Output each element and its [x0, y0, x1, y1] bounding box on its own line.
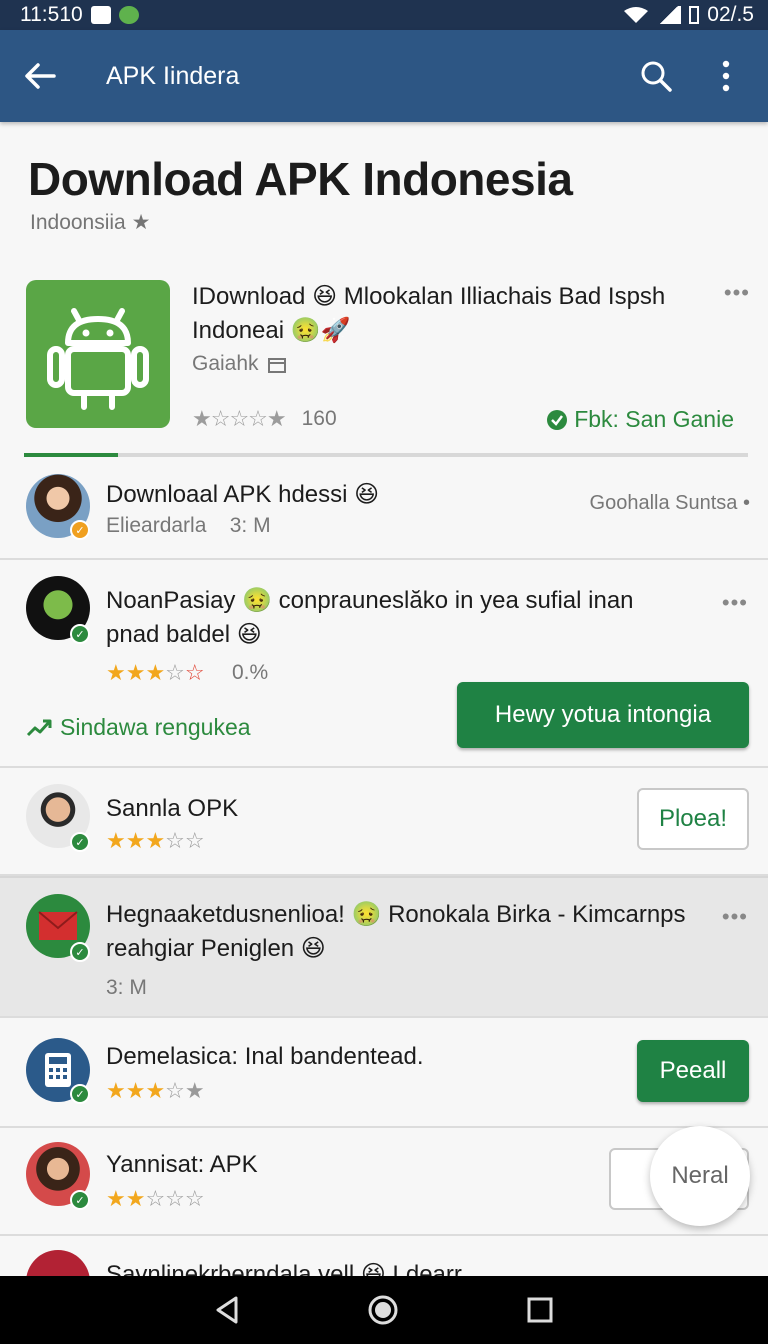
- featured-tag-label: Fbk: San Ganie: [574, 406, 734, 432]
- list-item-title: Downloaal APK hdessi 😆: [106, 481, 380, 508]
- download-progress-bar: [24, 453, 748, 457]
- android-icon[interactable]: [26, 280, 170, 428]
- list-item-time: 3: M: [106, 976, 147, 999]
- verified-badge-icon: ✓: [70, 624, 90, 644]
- verified-badge-icon: ✓: [70, 942, 90, 962]
- verified-badge-icon: ✓: [70, 832, 90, 852]
- app-title: APK Iindera: [106, 61, 240, 90]
- page-title: Download APK Indonesia: [28, 153, 573, 205]
- status-right-text: 02/.5: [707, 3, 754, 26]
- list-item[interactable]: ✓ Demelasica: Inal bandentead. ★★★☆★ Pee…: [0, 1018, 768, 1128]
- battery-icon: [689, 6, 700, 24]
- bookmark-icon[interactable]: [267, 354, 287, 374]
- list-item[interactable]: ✓ Hegnaaketdusnenlioa! 🤢 Ronokala Birka …: [0, 876, 768, 1018]
- list-item-title: Hegnaaketdusnenlioa! 🤢 Ronokala Birka - …: [106, 901, 686, 962]
- open-button[interactable]: Ploea!: [637, 788, 749, 850]
- rating-stars: ★★★☆★: [106, 1078, 205, 1103]
- check-circle-icon: [547, 409, 568, 430]
- verified-badge-icon: ✓: [70, 1190, 90, 1210]
- rating-stars: ★★★☆☆: [106, 828, 205, 853]
- trending-link[interactable]: Sindawa rengukea: [26, 714, 251, 741]
- floating-action-button[interactable]: Neral: [650, 1126, 750, 1226]
- rating-text: 0.%: [232, 661, 269, 684]
- featured-tag[interactable]: Fbk: San Ganie: [546, 406, 734, 433]
- system-nav-bar: [0, 1276, 768, 1344]
- list-item-author: Elieardarla: [106, 514, 207, 537]
- list-item-title: Savnlinekrberndala vell 😆 Ldearr: [106, 1261, 462, 1276]
- list-item-time: 3: M: [229, 514, 271, 537]
- list-item-more-icon[interactable]: •••: [722, 904, 748, 930]
- trending-icon: [26, 719, 52, 736]
- list-item-title: Demelasica: Inal bandentead.: [106, 1043, 424, 1070]
- app-bar: APK Iindera: [0, 30, 768, 122]
- wifi-icon: [624, 7, 649, 23]
- rating-count: 160: [301, 407, 337, 430]
- nav-back-icon[interactable]: [214, 1295, 240, 1325]
- status-right: 02/.5: [623, 3, 754, 27]
- page-subtitle: Indoonsiia ★: [30, 211, 151, 234]
- verified-badge-icon: ✓: [70, 1084, 90, 1104]
- app-notification-icon: [118, 6, 139, 24]
- verified-badge-icon: ✓: [70, 520, 90, 540]
- trending-link-label: Sindawa rengukea: [60, 714, 251, 740]
- list-item-title: NoanPasiay 🤢 conprauneslăko in yea sufi…: [106, 587, 634, 648]
- nav-home-icon[interactable]: [367, 1294, 399, 1326]
- featured-app-card[interactable]: IDownload 😆 Mlookalan Illiachais Bad Isp…: [26, 280, 750, 433]
- list-item-title: Yannisat: APK: [106, 1151, 258, 1178]
- list-item[interactable]: ✓ NoanPasiay 🤢 conprauneslăko in yea su…: [0, 560, 768, 768]
- install-button[interactable]: Peeall: [637, 1040, 749, 1102]
- list-item[interactable]: Savnlinekrberndala vell 😆 Ldearr: [0, 1236, 768, 1276]
- featured-rating: ★☆☆☆★ 160: [192, 406, 337, 432]
- rating-stars: ★★★☆☆: [106, 660, 205, 685]
- gallery-notification-icon: [90, 6, 111, 24]
- rating-stars: ★☆☆☆★: [192, 406, 287, 431]
- status-bar: 11:510 02/.5: [0, 0, 768, 30]
- featured-developer: Gaiahk: [192, 352, 287, 376]
- install-button[interactable]: Hewy yotua intongia: [457, 682, 749, 748]
- nav-recents-icon[interactable]: [526, 1296, 554, 1324]
- developer-name: Gaiahk: [192, 352, 259, 375]
- search-icon[interactable]: [634, 54, 678, 98]
- list-item-more-icon[interactable]: •••: [722, 590, 748, 616]
- overflow-menu-icon[interactable]: [704, 54, 748, 98]
- featured-more-icon[interactable]: •••: [724, 280, 750, 306]
- status-left: 11:510: [20, 3, 139, 27]
- avatar: [26, 1250, 90, 1276]
- list-item-title: Sannla OPK: [106, 795, 239, 822]
- download-progress-fill: [24, 453, 119, 457]
- featured-app-title[interactable]: IDownload 😆 Mlookalan Illiachais Bad Isp…: [192, 280, 712, 348]
- rating-stars: ★★☆☆☆: [106, 1186, 205, 1211]
- list-item[interactable]: ✓ Downloaal APK hdessi 😆 Elieardarla 3: …: [0, 462, 768, 560]
- list-item[interactable]: ✓ Sannla OPK ★★★☆☆ Ploea!: [0, 768, 768, 876]
- list-item-side-label: Goohalla Suntsa •: [589, 492, 750, 514]
- back-arrow-icon[interactable]: [20, 56, 60, 96]
- status-time: 11:510: [20, 3, 83, 26]
- list-item-meta: Elieardarla 3: M: [106, 514, 271, 538]
- signal-icon: [657, 6, 682, 24]
